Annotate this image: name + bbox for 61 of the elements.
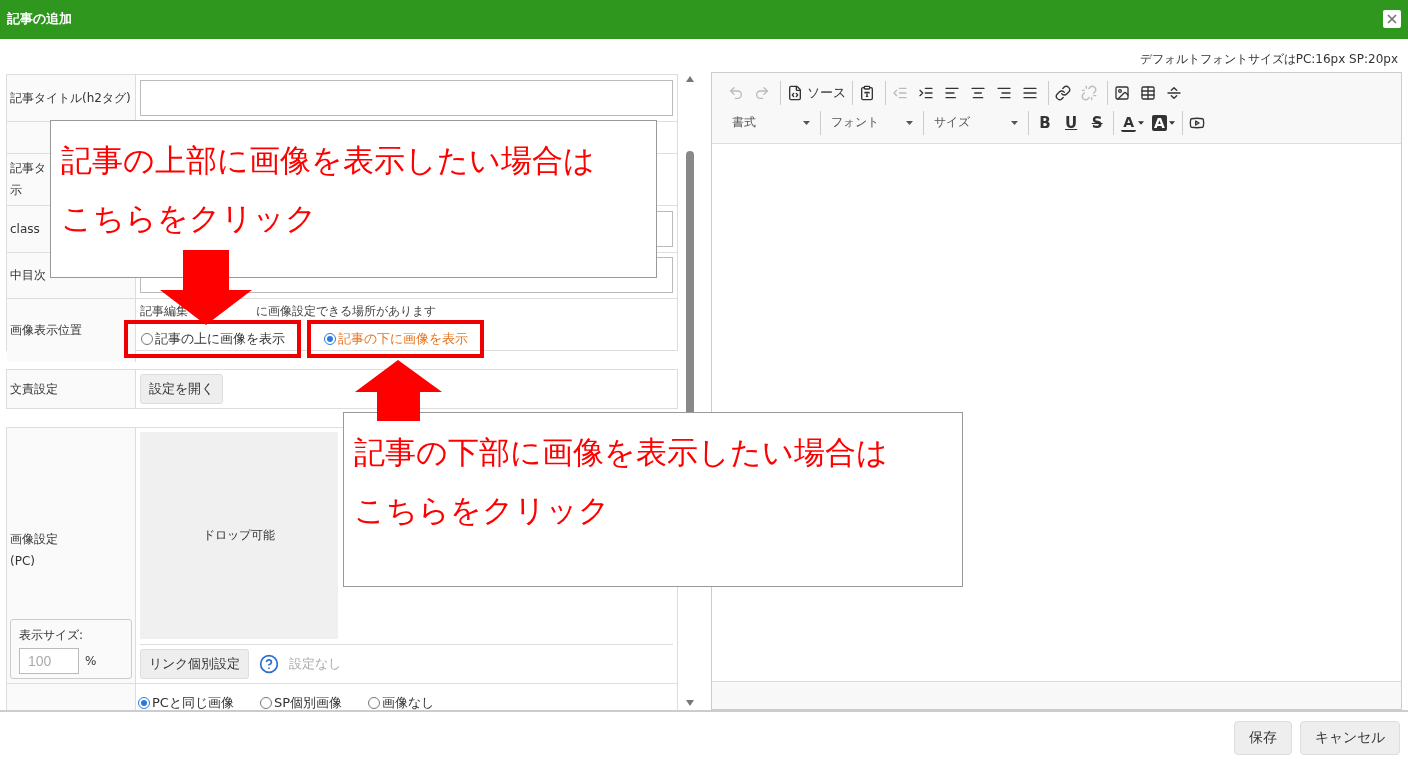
format-dropdown[interactable]: 書式	[726, 110, 816, 135]
redo-icon	[754, 84, 770, 101]
table-icon	[1140, 84, 1156, 101]
caret-icon	[1138, 120, 1145, 125]
callout-text: 記事の上部に画像を表示したい場合は	[61, 141, 596, 180]
image-icon	[1114, 84, 1130, 101]
radio-option[interactable]: PCと同じ画像	[138, 694, 240, 710]
radio-option[interactable]: 記事の上に画像を表示	[124, 319, 301, 358]
open-settings-button[interactable]: 設定を開く	[140, 373, 223, 404]
format-dropdown[interactable]: サイズ	[928, 110, 1024, 135]
field-label: class	[10, 221, 40, 236]
field-label: 記事タイトル(h2タグ)	[10, 90, 131, 105]
unlink-icon	[1081, 84, 1097, 101]
field-label: (PC)	[10, 553, 35, 568]
field-label: 記事タ	[10, 161, 46, 176]
close-button[interactable]	[1383, 10, 1401, 29]
caret-icon	[803, 120, 810, 125]
link-icon	[1055, 84, 1071, 101]
font-size-note: デフォルトフォントサイズはPC:16px SP:20px	[1139, 50, 1399, 68]
format-button[interactable]: S	[1085, 110, 1110, 135]
radio-dot[interactable]	[324, 332, 336, 345]
hint-text: に画像設定できる場所があります	[256, 302, 436, 320]
radio-dot[interactable]	[141, 332, 153, 345]
save-button[interactable]: 保存	[1234, 721, 1292, 756]
radio-dot[interactable]	[138, 697, 150, 710]
drop-area[interactable]: ドロップ可能	[140, 431, 338, 639]
callout-text: 記事の下部に画像を表示したい場合は	[354, 433, 889, 472]
field-label: 画像設定	[10, 531, 58, 546]
radio-dot[interactable]	[368, 697, 380, 710]
undo-icon	[728, 84, 744, 101]
source-button[interactable]: ソース	[785, 80, 848, 105]
link-settings-button[interactable]: リンク個別設定	[140, 648, 249, 679]
field-label: 示	[10, 183, 22, 198]
size-label: 表示サイズ:	[19, 626, 85, 644]
format-button[interactable]: B	[1033, 110, 1057, 135]
caret-icon	[1168, 120, 1175, 125]
help-icon[interactable]	[259, 653, 279, 674]
caret-icon	[906, 120, 913, 125]
radio-dot[interactable]	[259, 697, 272, 710]
field-label: 中目次	[10, 268, 46, 283]
cancel-button[interactable]: キャンセル	[1300, 721, 1400, 756]
source-icon	[787, 84, 803, 101]
rule-icon	[1166, 84, 1182, 101]
scroll-up-icon[interactable]	[686, 75, 694, 82]
field-label: 画像表示位置	[10, 323, 82, 338]
caret-icon	[1011, 120, 1018, 125]
field-label: 文責設定	[10, 381, 58, 396]
status-text: 設定なし	[289, 654, 341, 673]
text-input[interactable]	[140, 79, 673, 116]
callout-text: こちらをクリック	[61, 199, 318, 238]
scroll-down-icon[interactable]	[686, 699, 694, 706]
radio-option[interactable]: SP個別画像	[259, 694, 348, 710]
format-button[interactable]: U	[1059, 110, 1084, 135]
format-dropdown[interactable]: フォント	[825, 110, 919, 135]
window-title: 記事の追加	[7, 10, 72, 29]
color-button[interactable]: A	[1149, 110, 1178, 135]
color-button[interactable]: A	[1118, 110, 1148, 135]
radio-option[interactable]: 画像なし	[368, 694, 440, 710]
callout-text: こちらをクリック	[354, 491, 611, 530]
unit-text: %	[85, 652, 97, 670]
paste-icon	[859, 84, 875, 101]
